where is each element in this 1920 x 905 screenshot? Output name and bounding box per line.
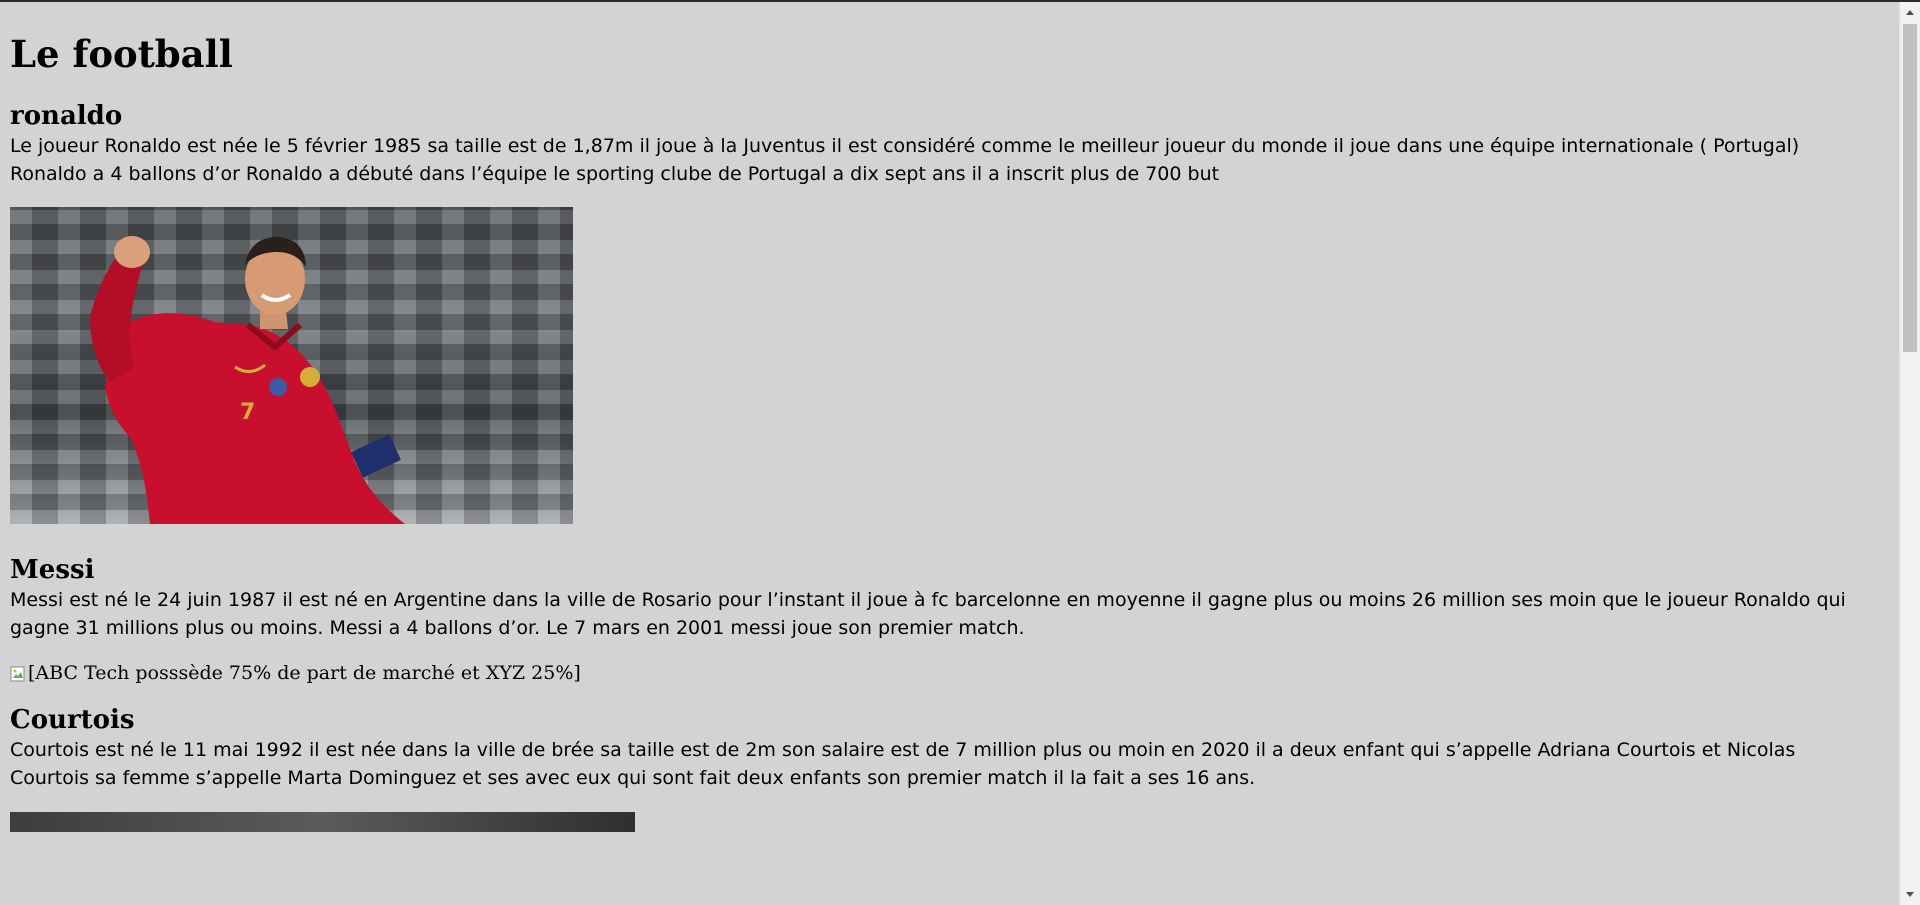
scrollbar-thumb[interactable] <box>1903 24 1917 352</box>
ronaldo-photo: 7 <box>10 207 573 524</box>
broken-image-icon <box>10 664 26 682</box>
ronaldo-paragraph: Le joueur Ronaldo est née le 5 février 1… <box>10 135 1800 185</box>
messi-heading: Messi <box>10 555 95 585</box>
courtois-paragraph: Courtois est né le 11 mai 1992 il est né… <box>10 739 1796 789</box>
broken-image: [ABC Tech posssède 75% de part de marché… <box>10 660 1890 686</box>
jersey-number: 7 <box>240 400 255 425</box>
ronaldo-figure: 7 <box>90 236 405 524</box>
ronaldo-heading: ronaldo <box>10 101 123 131</box>
courtois-heading: Courtois <box>10 705 135 735</box>
courtois-photo <box>10 812 635 832</box>
page-title: Le football <box>10 32 233 76</box>
page-content: Le football ronaldo Le joueur Ronaldo es… <box>10 2 1890 905</box>
broken-image-alt-text: [ABC Tech posssède 75% de part de marché… <box>28 662 581 684</box>
scroll-down-arrow-icon[interactable] <box>1900 885 1920 905</box>
vertical-scrollbar[interactable] <box>1899 2 1920 905</box>
scroll-up-arrow-icon[interactable] <box>1900 2 1920 22</box>
messi-paragraph: Messi est né le 24 juin 1987 il est né e… <box>10 589 1846 639</box>
